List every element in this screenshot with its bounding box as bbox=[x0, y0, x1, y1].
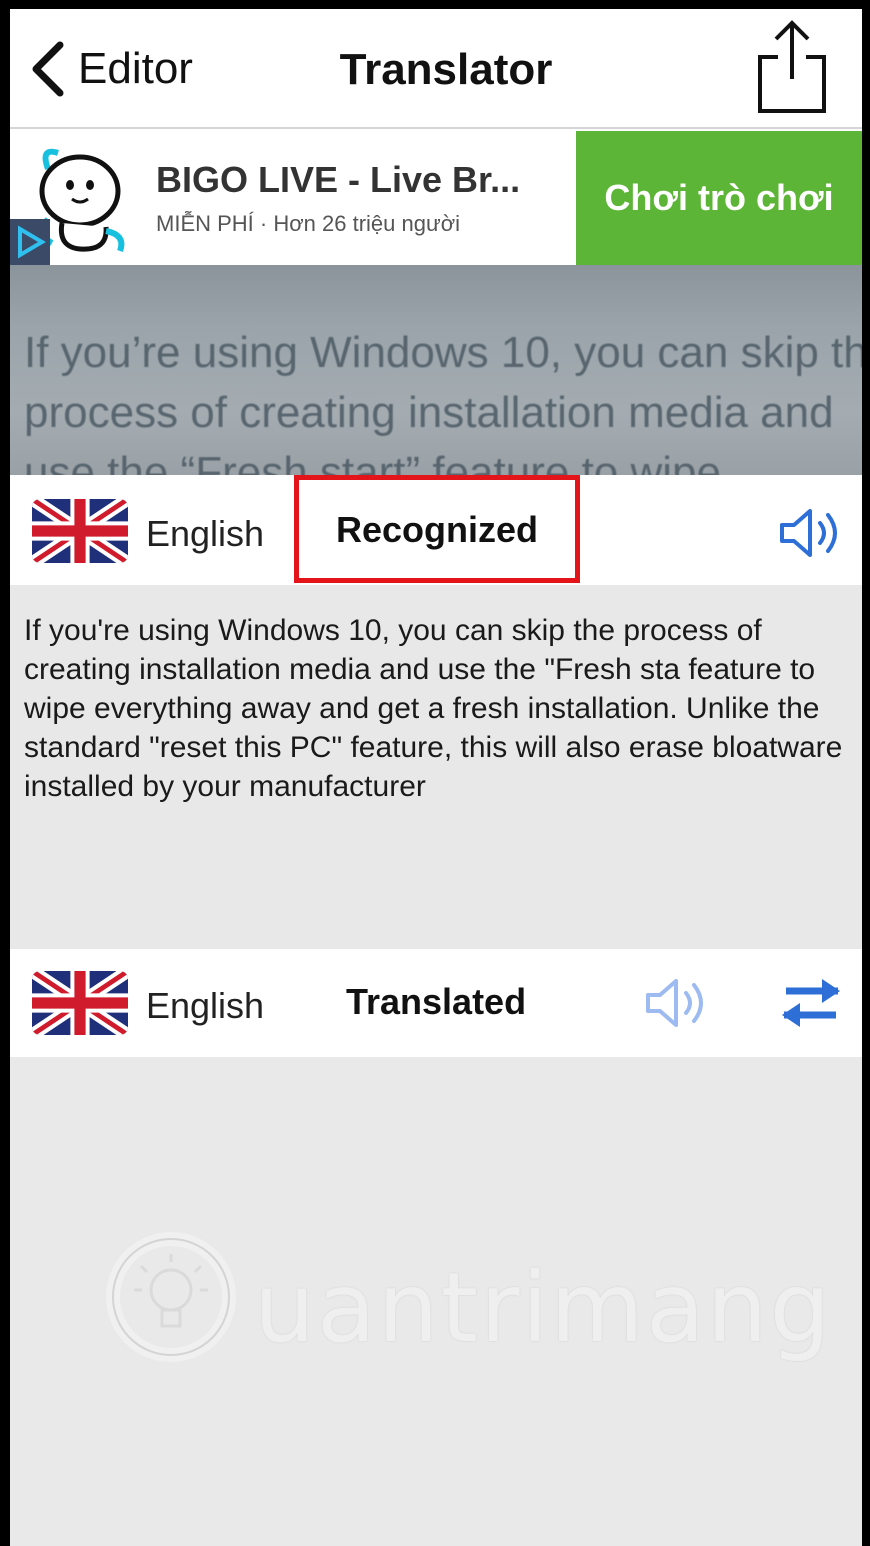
share-icon[interactable] bbox=[752, 17, 832, 117]
page-title: Translator bbox=[339, 45, 553, 94]
recognized-highlight-box bbox=[294, 475, 580, 583]
watermark: uantrimang bbox=[96, 1222, 830, 1372]
ad-subtitle: MIỄN PHÍ · Hơn 26 triệu người bbox=[156, 211, 461, 236]
lightbulb-icon bbox=[106, 1232, 236, 1362]
source-language-label[interactable]: English bbox=[146, 513, 264, 555]
speaker-icon[interactable] bbox=[776, 505, 846, 561]
flag-uk-icon[interactable] bbox=[32, 971, 128, 1035]
ad-title: BIGO LIVE - Live Br... bbox=[156, 159, 521, 200]
speaker-icon[interactable] bbox=[642, 975, 712, 1031]
watermark-text: uantrimang bbox=[254, 1252, 833, 1364]
ad-choices-icon[interactable] bbox=[10, 219, 50, 265]
target-language-label[interactable]: English bbox=[146, 985, 264, 1027]
ad-banner[interactable]: BIGO LIVE - Live Br... MIỄN PHÍ · Hơn 26… bbox=[10, 131, 862, 265]
translated-title: Translated bbox=[346, 981, 527, 1022]
swap-icon[interactable] bbox=[776, 975, 846, 1031]
translated-language-bar: English Translated bbox=[10, 949, 862, 1057]
camera-photo-preview: If you’re using Windows 10, you can skip… bbox=[10, 265, 862, 475]
photo-text: If you’re using Windows 10, you can skip… bbox=[24, 328, 862, 475]
recognized-text-area[interactable]: If you're using Windows 10, you can skip… bbox=[10, 585, 862, 949]
ad-cta-button[interactable]: Chơi trò chơi bbox=[576, 131, 862, 265]
nav-bar: Editor Translator bbox=[10, 9, 862, 129]
flag-uk-icon[interactable] bbox=[32, 499, 128, 563]
